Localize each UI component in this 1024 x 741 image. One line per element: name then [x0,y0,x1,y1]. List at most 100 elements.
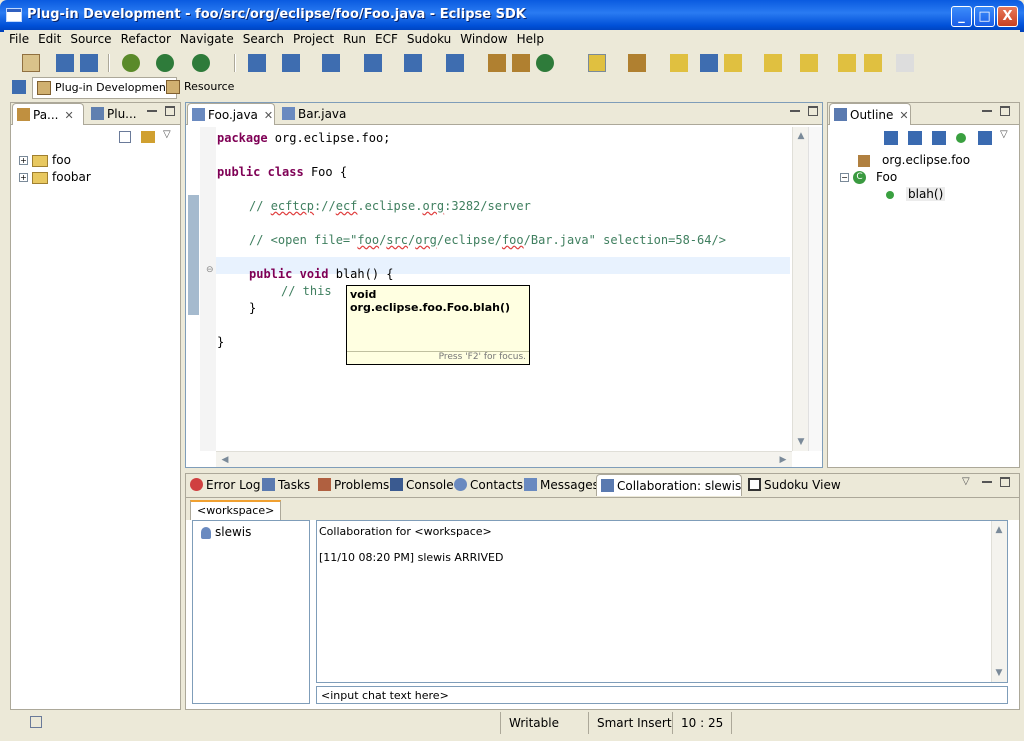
tab-messages[interactable]: Messages [520,474,603,496]
hide-local-types-icon[interactable] [978,131,992,145]
pin-icon[interactable] [724,54,742,72]
next-annotation-icon[interactable] [764,54,782,72]
menu-window[interactable]: Window [455,30,511,46]
close-icon[interactable]: ✕ [899,109,908,122]
tab-sudoku-view[interactable]: Sudoku View [744,474,845,496]
hide-static-icon[interactable] [932,131,946,145]
perspective-resource[interactable]: Resource [162,77,240,99]
debug-icon[interactable] [122,54,140,72]
task-icon[interactable] [628,54,646,72]
save-icon[interactable] [56,54,74,72]
new-package-icon[interactable] [512,54,530,72]
close-icon[interactable]: ✕ [65,109,74,122]
minimize-panel-icon[interactable] [147,106,157,112]
new-java-project-icon[interactable] [488,54,506,72]
scroll-right-icon[interactable]: ▶ [776,453,790,467]
tree-item-foo[interactable]: + foo [19,153,71,167]
sort-icon[interactable] [884,131,898,145]
participant-item[interactable]: slewis [201,525,251,539]
toolbar-h3-icon[interactable] [446,54,464,72]
menu-refactor[interactable]: Refactor [116,30,175,46]
menu-help[interactable]: Help [512,30,548,46]
menu-search[interactable]: Search [238,30,288,46]
menu-edit[interactable]: Edit [33,30,65,46]
back-icon[interactable] [864,54,882,72]
maximize-panel-icon[interactable] [1000,477,1010,487]
toolbar-h2-icon[interactable] [404,54,422,72]
participants-list[interactable]: slewis [192,520,310,704]
open-plugin-icon[interactable] [282,54,300,72]
fast-view-icon[interactable] [30,716,42,728]
subtab-workspace[interactable]: <workspace> [190,500,282,520]
menu-ecf[interactable]: ECF [370,30,402,46]
minimize-panel-icon[interactable] [982,477,992,483]
expand-icon[interactable]: + [19,173,28,182]
maximize-panel-icon[interactable] [808,106,818,116]
scroll-left-icon[interactable]: ◀ [218,453,232,467]
perspective-plugin-dev[interactable]: Plug-in Development [32,77,178,99]
editor-horizontal-scrollbar[interactable]: ◀ ▶ [216,451,792,467]
javadoc-hover[interactable]: void org.eclipse.foo.Foo.blah() Press 'F… [346,285,530,365]
prev-annotation-icon[interactable] [800,54,818,72]
toolbar-h1-icon[interactable] [364,54,382,72]
menu-source[interactable]: Source [65,30,115,46]
hide-nonpublic-icon[interactable] [956,133,966,143]
outline-item-method[interactable]: blah() [886,187,946,201]
maximize-panel-icon[interactable] [1000,106,1010,116]
tab-collaboration[interactable]: Collaboration: slewis✕ [596,474,756,496]
new-class-icon[interactable] [536,54,554,72]
maximize-button[interactable]: □ [974,6,995,27]
menu-navigate[interactable]: Navigate [175,30,238,46]
tab-bar-java[interactable]: Bar.java [278,103,350,125]
tab-contacts[interactable]: Contacts [450,474,527,496]
view-menu-icon[interactable]: ▽ [962,476,970,487]
chat-input[interactable]: <input chat text here> [316,686,1008,704]
maximize-panel-icon[interactable] [165,106,175,116]
close-icon[interactable]: ✕ [264,109,273,122]
tab-foo-java[interactable]: Foo.java ✕ [187,103,275,125]
minimize-panel-icon[interactable] [982,106,992,112]
open-perspective-icon[interactable] [12,80,26,94]
menu-file[interactable]: File [4,30,33,46]
highlight-icon[interactable] [588,54,606,72]
new-icon[interactable] [22,54,40,72]
outline-item-package[interactable]: org.eclipse.foo [858,153,970,167]
expand-icon[interactable]: + [19,156,28,165]
outline-item-class[interactable]: − C Foo [840,170,897,184]
open-folder-icon[interactable] [670,54,688,72]
open-type-icon[interactable] [248,54,266,72]
hide-fields-icon[interactable] [908,131,922,145]
menu-run[interactable]: Run [338,30,370,46]
minimize-panel-icon[interactable] [790,106,800,112]
minimize-button[interactable]: _ [951,6,972,27]
tree-item-foobar[interactable]: + foobar [19,170,91,184]
tab-tasks[interactable]: Tasks [258,474,314,496]
last-edit-icon[interactable] [838,54,856,72]
forward-icon[interactable] [896,54,914,72]
editor-vertical-scrollbar[interactable]: ▲ ▼ [792,127,808,451]
close-button[interactable]: X [997,6,1018,27]
fold-collapse-icon[interactable]: ⊖ [206,266,216,276]
run-icon[interactable] [156,54,174,72]
print-icon[interactable] [80,54,98,72]
tab-console[interactable]: Console [386,474,458,496]
tab-error-log[interactable]: Error Log [186,474,265,496]
menu-project[interactable]: Project [288,30,338,46]
tab-outline[interactable]: Outline ✕ [829,103,911,125]
view-menu-icon[interactable]: ▽ [1000,129,1008,140]
collab-user-icon[interactable] [322,54,340,72]
collapse-icon[interactable]: − [840,173,849,182]
share-icon[interactable] [700,54,718,72]
collapse-all-icon[interactable] [119,131,131,143]
chat-log[interactable]: Collaboration for <workspace> [11/10 08:… [316,520,1008,683]
scroll-down-icon[interactable]: ▼ [992,666,1006,680]
tab-package-explorer[interactable]: Pa... ✕ [12,103,84,125]
external-tools-icon[interactable] [192,54,210,72]
view-menu-icon[interactable]: ▽ [163,129,171,140]
tab-plugins[interactable]: Plu... [87,103,141,125]
chat-scrollbar[interactable]: ▲ ▼ [991,521,1007,682]
scroll-up-icon[interactable]: ▲ [992,523,1006,537]
scroll-down-icon[interactable]: ▼ [794,435,808,449]
scroll-up-icon[interactable]: ▲ [794,129,808,143]
link-editor-icon[interactable] [141,131,155,143]
